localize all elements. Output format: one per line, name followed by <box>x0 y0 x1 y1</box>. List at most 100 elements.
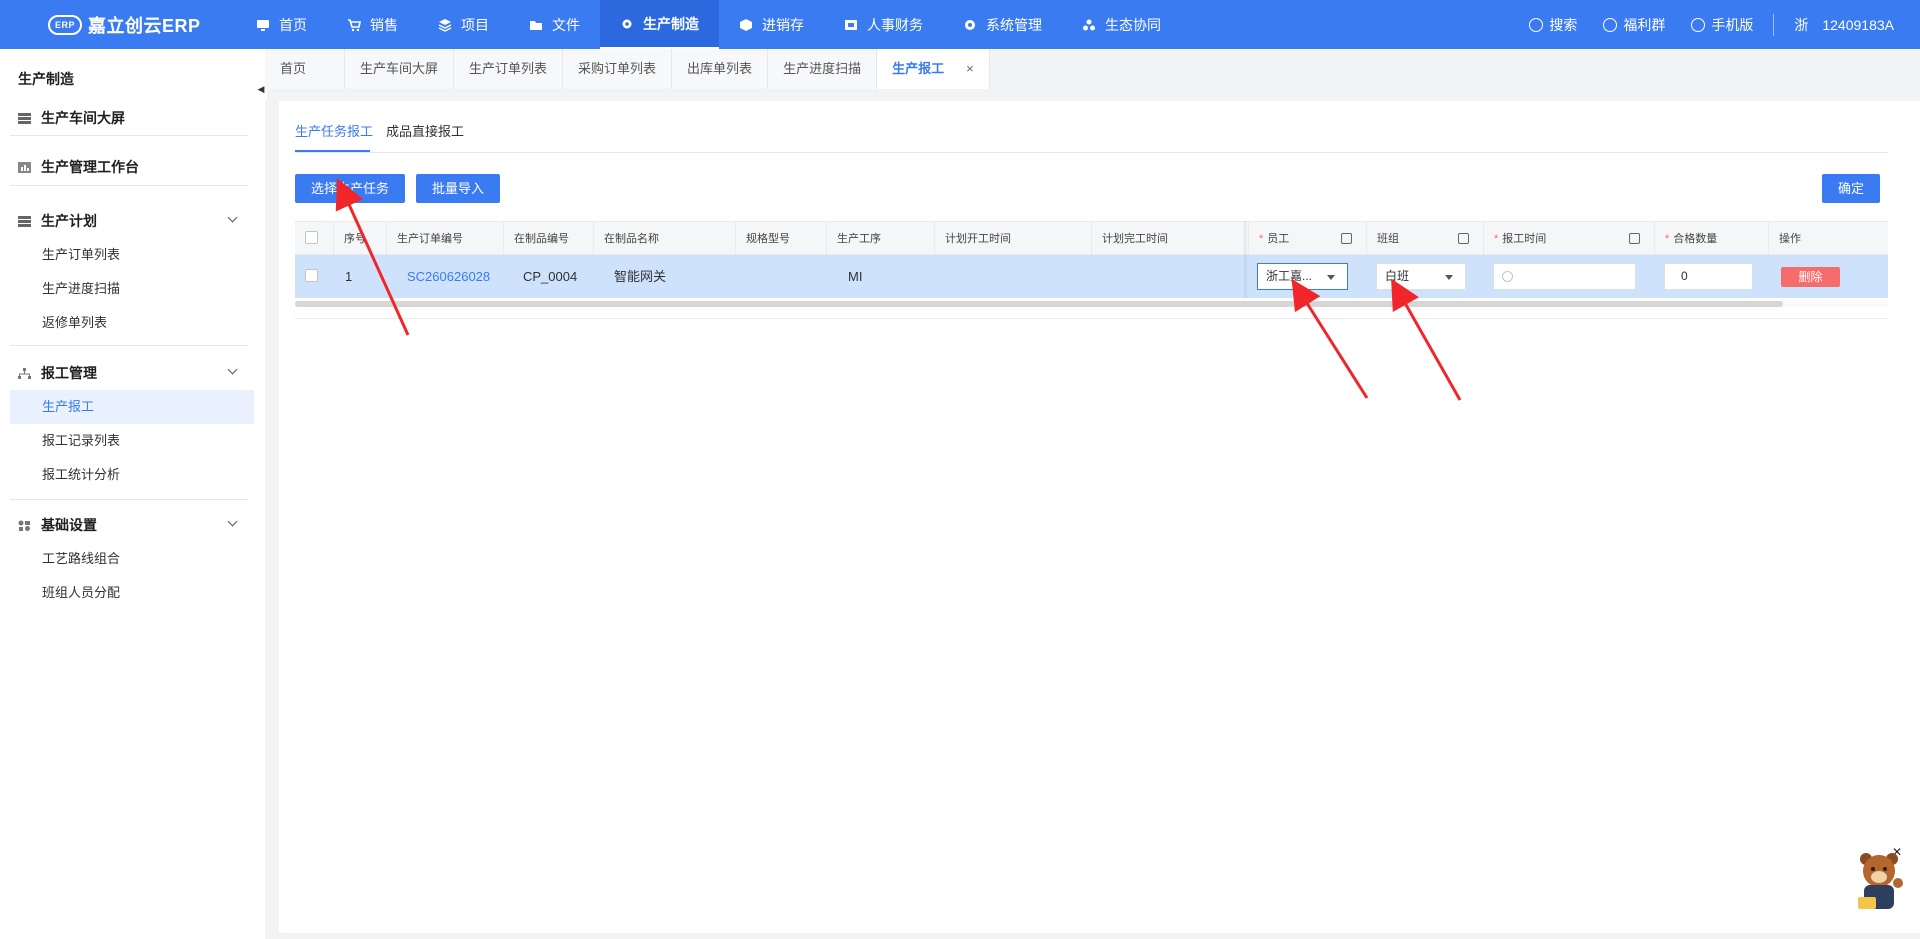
sidebar-group-label: 基础设置 <box>41 517 97 533</box>
sidebar-item-order-list[interactable]: 生产订单列表 <box>10 238 254 272</box>
tab-production-report[interactable]: 生产报工 × <box>877 49 990 89</box>
employee-value: 浙工嘉... <box>1266 269 1313 283</box>
app-logo[interactable]: ERP 嘉立创云ERP <box>0 0 236 49</box>
sidebar-item-repair-list[interactable]: 返修单列表 <box>10 306 254 340</box>
tab-progress-scan[interactable]: 生产进度扫描 <box>768 49 878 89</box>
select-all-checkbox[interactable] <box>305 231 318 244</box>
mobile-icon <box>1691 17 1706 32</box>
sidebar-item-report-records[interactable]: 报工记录列表 <box>10 424 254 458</box>
subtab-task-report[interactable]: 生产任务报工 <box>295 121 373 140</box>
nav-project[interactable]: 项目 <box>418 0 509 49</box>
confirm-button[interactable]: 确定 <box>1822 174 1880 203</box>
bear-mascot-icon[interactable] <box>1852 847 1906 917</box>
ecology-icon <box>1083 19 1095 30</box>
nav-inventory[interactable]: 进销存 <box>719 0 824 49</box>
active-tab-indicator <box>295 150 370 152</box>
copy-icon[interactable] <box>1629 233 1640 244</box>
tab-label: 生产订单列表 <box>469 61 548 76</box>
folder-icon <box>530 20 542 30</box>
search-label: 搜索 <box>1549 16 1578 33</box>
sidebar-item-route-combo[interactable]: 工艺路线组合 <box>10 542 254 576</box>
nav-hr-finance-label: 人事财务 <box>867 16 923 33</box>
th-team: 班组 <box>1366 222 1483 256</box>
tab-workshop-screen[interactable]: 生产车间大屏 <box>345 49 455 89</box>
cell-order-no-link[interactable]: SC260626028 <box>407 255 490 298</box>
main-nav: 首页 销售 项目 文件 生产制造 进销存 人事财务 系统管理 生态协同 <box>236 0 1181 49</box>
cloud-logo-icon: ERP <box>48 14 82 35</box>
nav-system[interactable]: 系统管理 <box>943 0 1062 49</box>
copy-icon[interactable] <box>1458 233 1469 244</box>
sidebar-item-production-report[interactable]: 生产报工 <box>10 390 254 424</box>
sidebar-item-workbench[interactable]: 生产管理工作台 <box>18 157 240 177</box>
box-icon <box>740 18 752 31</box>
close-icon[interactable]: × <box>966 61 974 76</box>
th-employee: * 员工 <box>1248 222 1366 256</box>
th-qualified: * 合格数量 <box>1654 222 1768 256</box>
nav-system-label: 系统管理 <box>986 16 1042 33</box>
th-process: 生产工序 <box>826 222 934 256</box>
th-plan-end: 计划完工时间 <box>1091 222 1244 256</box>
chart-icon <box>18 161 31 173</box>
top-navbar: ERP 嘉立创云ERP 首页 销售 项目 文件 生产制造 进销存 人事财务 系统… <box>0 0 1920 49</box>
chat-icon <box>1603 17 1618 32</box>
select-task-button[interactable]: 选择生产任务 <box>295 174 405 203</box>
sidebar-group-plan[interactable]: 生产计划 <box>18 211 240 231</box>
search-button[interactable]: 搜索 <box>1529 15 1577 35</box>
tab-home[interactable]: 首页 <box>265 49 345 89</box>
mobile-version-button[interactable]: 手机版 <box>1691 15 1753 35</box>
cell-wip-name: 智能网关 <box>614 269 667 284</box>
nav-production[interactable]: 生产制造 <box>600 0 719 49</box>
tab-order-list[interactable]: 生产订单列表 <box>454 49 564 89</box>
row-checkbox[interactable] <box>305 269 318 282</box>
org-tree-icon <box>18 367 31 379</box>
sidebar-item-progress-scan[interactable]: 生产进度扫描 <box>10 272 254 306</box>
tab-label: 生产进度扫描 <box>783 61 862 76</box>
nav-home[interactable]: 首页 <box>236 0 327 49</box>
qualified-qty-value: 0 <box>1681 269 1688 283</box>
sidebar-item-workshop-screen[interactable]: 生产车间大屏 <box>18 108 240 128</box>
nav-ecology[interactable]: 生态协同 <box>1062 0 1181 49</box>
welfare-group-button[interactable]: 福利群 <box>1603 15 1665 35</box>
table-horizontal-scrollbar[interactable] <box>295 301 1888 307</box>
nav-sales[interactable]: 销售 <box>327 0 418 49</box>
sidebar-item-team-assignment[interactable]: 班组人员分配 <box>10 576 254 610</box>
team-select[interactable]: 白班 <box>1376 263 1466 290</box>
nav-file[interactable]: 文件 <box>509 0 600 49</box>
welfare-label: 福利群 <box>1623 16 1666 33</box>
tab-label: 生产报工 <box>892 61 945 76</box>
subtab-direct-report[interactable]: 成品直接报工 <box>386 121 464 140</box>
th-label: 班组 <box>1377 233 1399 245</box>
sidebar-group-label: 生产计划 <box>41 213 97 229</box>
scrollbar-thumb[interactable] <box>295 301 1783 307</box>
tab-outbound-list[interactable]: 出库单列表 <box>672 49 769 89</box>
th-spec: 规格型号 <box>735 222 826 256</box>
search-icon <box>1529 17 1544 32</box>
sidebar-group-basic-settings[interactable]: 基础设置 <box>18 515 240 535</box>
table-row[interactable]: 1 SC260626028 CP_0004 智能网关 MI 浙工嘉... 白班 … <box>295 255 1888 298</box>
employee-select[interactable]: 浙工嘉... <box>1257 263 1348 290</box>
th-wip-code: 在制品编号 <box>503 222 593 256</box>
sidebar-group-report[interactable]: 报工管理 <box>18 363 240 383</box>
account-menu[interactable]: 浙 12409183A <box>1794 15 1894 35</box>
copy-icon[interactable] <box>1341 233 1352 244</box>
caret-down-icon <box>1327 275 1335 280</box>
tab-purchase-list[interactable]: 采购订单列表 <box>563 49 673 89</box>
page-tabs: 首页 生产车间大屏 生产订单列表 采购订单列表 出库单列表 生产进度扫描 生产报… <box>265 49 1920 89</box>
batch-import-button[interactable]: 批量导入 <box>416 174 500 203</box>
divider <box>10 345 248 346</box>
divider <box>10 135 248 136</box>
report-time-picker[interactable] <box>1493 263 1636 290</box>
th-seq: 序号 <box>333 222 386 256</box>
delete-button[interactable]: 删除 <box>1781 267 1840 287</box>
qualified-qty-input[interactable]: 0 <box>1664 263 1753 290</box>
required-mark: * <box>1259 233 1264 245</box>
tab-label: 生产车间大屏 <box>360 61 439 76</box>
th-label: 员工 <box>1267 233 1290 245</box>
nav-production-label: 生产制造 <box>643 15 699 32</box>
settings-icon <box>965 19 975 30</box>
sidebar-item-label: 生产车间大屏 <box>41 110 125 126</box>
th-plan-start: 计划开工时间 <box>934 222 1091 256</box>
main-panel: 生产任务报工 成品直接报工 选择生产任务 批量导入 确定 序号 生产订单编号 在… <box>279 101 1920 933</box>
sidebar-item-report-stats[interactable]: 报工统计分析 <box>10 458 254 492</box>
nav-hr-finance[interactable]: 人事财务 <box>824 0 943 49</box>
